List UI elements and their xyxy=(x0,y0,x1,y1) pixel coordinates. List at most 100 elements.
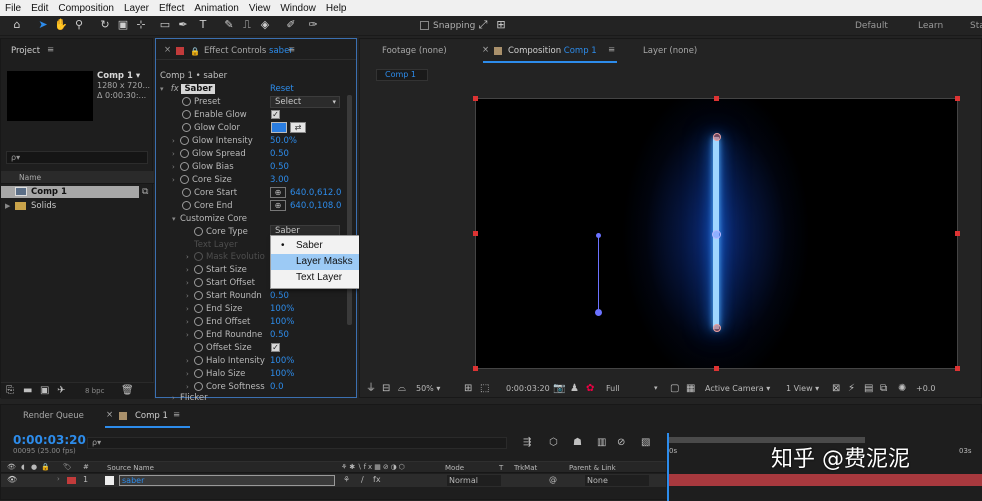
expand-arrow-icon[interactable]: › xyxy=(172,135,180,147)
snap-grid-icon[interactable]: ⊞ xyxy=(494,18,508,32)
menu-help[interactable]: Help xyxy=(321,3,352,14)
expand-arrow-icon[interactable]: › xyxy=(186,355,194,367)
timeline-layer-row[interactable]: 👁 › 1 saber ⚘ ∕ fx Normal @ None xyxy=(1,474,666,487)
current-time-display[interactable]: 0:00:03:20 xyxy=(13,433,86,447)
frame-blending-icon[interactable]: ▥ xyxy=(597,437,606,449)
project-item-solids[interactable]: ▶ Solids xyxy=(1,200,139,212)
new-folder-icon[interactable]: ▬ xyxy=(23,385,32,397)
fast-previews-icon[interactable]: ⚡ xyxy=(848,383,855,395)
project-item-comp1[interactable]: Comp 1 xyxy=(1,186,139,198)
switch-fx-icon[interactable]: fx xyxy=(373,475,381,484)
region-icon[interactable]: ⬚ xyxy=(480,383,489,395)
draft-3d-icon[interactable]: ⬡ xyxy=(549,437,558,449)
glow-spread-value[interactable]: 0.50 xyxy=(270,148,289,160)
comp-navigator-tab[interactable]: Comp 1 xyxy=(376,69,428,81)
stopwatch-icon[interactable] xyxy=(194,252,203,261)
number-column-icon[interactable]: # xyxy=(83,463,89,471)
color-channel-icon[interactable]: ✿ xyxy=(586,383,594,395)
halo-intensity-value[interactable]: 100% xyxy=(270,355,294,367)
expand-arrow-icon[interactable]: › xyxy=(186,264,194,276)
trash-icon[interactable]: 🗑 xyxy=(121,385,134,397)
motion-blur-icon[interactable]: ⊘ xyxy=(617,437,625,449)
expand-arrow-icon[interactable]: › xyxy=(186,251,194,263)
menu-animation[interactable]: Animation xyxy=(189,3,243,14)
reset-link[interactable]: Reset xyxy=(270,83,294,95)
close-tab-icon[interactable]: × xyxy=(164,45,171,55)
menu-window[interactable]: Window xyxy=(275,3,321,14)
menu-effect[interactable]: Effect xyxy=(154,3,189,14)
stopwatch-icon[interactable] xyxy=(194,265,203,274)
stopwatch-icon[interactable] xyxy=(194,330,203,339)
layer-bound-handle[interactable] xyxy=(714,96,719,101)
puppet-tool-icon[interactable]: ✑ xyxy=(306,18,320,32)
glow-color-swatch[interactable] xyxy=(271,122,287,133)
clone-stamp-tool-icon[interactable]: ⎍ xyxy=(240,18,254,32)
audio-column-icon[interactable]: ◖ xyxy=(21,463,25,471)
workspace-standard[interactable]: Stan xyxy=(970,21,982,31)
rotate-tool-icon[interactable]: ↻ xyxy=(98,18,112,32)
close-tab-icon[interactable]: × xyxy=(482,45,489,55)
core-end-value[interactable]: 640.0,108.0 xyxy=(290,200,341,212)
blend-mode-dropdown[interactable]: Normal xyxy=(447,475,501,486)
stopwatch-icon[interactable] xyxy=(194,356,203,365)
target-region-icon[interactable]: ▢ xyxy=(670,383,679,395)
stopwatch-icon[interactable] xyxy=(182,110,191,119)
start-roundness-value[interactable]: 0.50 xyxy=(270,290,289,302)
exposure-value[interactable]: +0.0 xyxy=(916,384,935,393)
roto-brush-tool-icon[interactable]: ✐ xyxy=(284,18,298,32)
vr-icon[interactable]: ⌓ xyxy=(398,383,406,395)
composition-tab[interactable]: Composition Comp 1 xyxy=(508,46,597,56)
label-color-swatch[interactable] xyxy=(67,477,76,484)
footage-tab[interactable]: Footage (none) xyxy=(382,46,447,56)
menu-file[interactable]: File xyxy=(0,3,26,14)
chevron-down-icon[interactable]: ▾ xyxy=(654,384,658,392)
show-snapshot-icon[interactable]: ♟ xyxy=(570,383,579,395)
mask-vertex-bottom[interactable] xyxy=(595,309,602,316)
glow-intensity-value[interactable]: 50.0% xyxy=(270,135,297,147)
mask-path[interactable] xyxy=(598,235,599,312)
project-search-input[interactable]: ρ▾ xyxy=(6,151,148,164)
panel-menu-icon[interactable]: ≡ xyxy=(47,45,54,55)
fx-icon[interactable]: fx xyxy=(171,84,179,94)
expand-arrow-icon[interactable]: › xyxy=(186,290,194,302)
eyedropper-icon[interactable]: ⇄ xyxy=(290,122,306,133)
expand-arrow-icon[interactable]: › xyxy=(172,392,180,404)
interpret-footage-icon[interactable]: ⎘ xyxy=(6,385,14,397)
glow-bias-value[interactable]: 0.50 xyxy=(270,161,289,173)
timeline-icon[interactable]: ▤ xyxy=(864,383,873,395)
timeline-search-input[interactable]: ρ▾ xyxy=(87,437,507,449)
camera-dropdown[interactable]: Active Camera ▾ xyxy=(705,384,770,393)
layer-bound-handle[interactable] xyxy=(955,231,960,236)
rectangle-tool-icon[interactable]: ▭ xyxy=(158,18,172,32)
switch-shy-icon[interactable]: ⚘ xyxy=(343,475,350,484)
source-name-column[interactable]: Source Name xyxy=(107,464,154,472)
layer-duration-bar[interactable] xyxy=(667,474,982,486)
reset-exposure-icon[interactable]: ✺ xyxy=(898,383,906,395)
mask-vertex-top[interactable] xyxy=(596,233,601,238)
timeline-comp-tab[interactable]: Comp 1 xyxy=(135,411,168,421)
layer-tab[interactable]: Layer (none) xyxy=(643,46,697,56)
halo-size-value[interactable]: 100% xyxy=(270,368,294,380)
layer-bound-handle[interactable] xyxy=(714,366,719,371)
camera-tool-icon[interactable]: ▣ xyxy=(116,18,130,32)
pen-tool-icon[interactable]: ✒ xyxy=(176,18,190,32)
panel-menu-icon[interactable]: ≡ xyxy=(173,410,180,420)
crosshair-icon[interactable]: ⊕ xyxy=(270,187,286,198)
collapse-arrow-icon[interactable]: ▾ xyxy=(172,213,180,225)
workspace-default[interactable]: Default xyxy=(855,21,888,31)
menu-composition[interactable]: Composition xyxy=(53,3,119,14)
eye-icon[interactable]: 👁 xyxy=(7,475,17,484)
end-offset-value[interactable]: 100% xyxy=(270,316,294,328)
layer-bound-handle[interactable] xyxy=(473,366,478,371)
expand-arrow-icon[interactable]: ▶ xyxy=(5,200,10,212)
pin-icon[interactable]: ✈ xyxy=(57,385,65,397)
mask-visibility-icon[interactable]: ⊟ xyxy=(382,383,390,395)
expand-arrow-icon[interactable]: › xyxy=(172,161,180,173)
stopwatch-icon[interactable] xyxy=(182,123,191,132)
switches-column-icons[interactable]: ⚘✱∖fx▦⊘◑⬡ xyxy=(341,463,407,471)
core-start-value[interactable]: 640.0,612.0 xyxy=(290,187,341,199)
home-icon[interactable]: ⌂ xyxy=(10,18,24,32)
layer-bound-handle[interactable] xyxy=(955,366,960,371)
stopwatch-icon[interactable] xyxy=(180,149,189,158)
layer-name[interactable]: saber xyxy=(119,475,335,486)
